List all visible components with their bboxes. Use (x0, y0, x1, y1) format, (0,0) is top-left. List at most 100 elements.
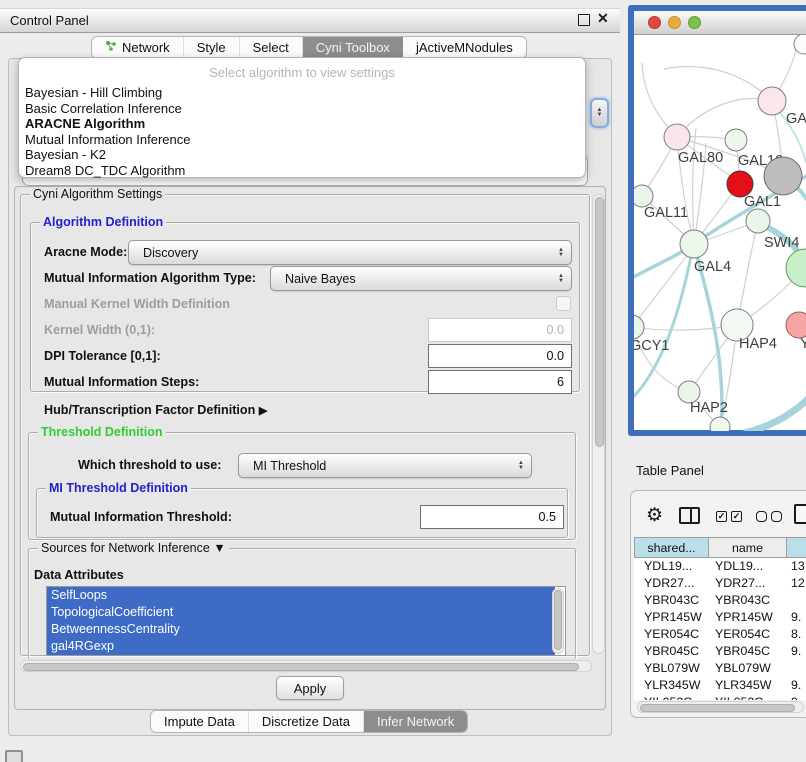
table-cell[interactable]: YER054C (634, 626, 709, 643)
table-cell[interactable]: YPR145W (709, 609, 787, 626)
table-cell[interactable]: YBL079W (709, 660, 787, 677)
which-threshold-select[interactable]: MI Threshold ▲▼ (238, 453, 532, 478)
zoom-traffic-light[interactable] (688, 16, 701, 29)
table-cell[interactable]: YLR345W (709, 677, 787, 694)
table-row[interactable]: YLR345WYLR345W9. (634, 677, 806, 694)
table-hscroll-thumb[interactable] (640, 704, 795, 712)
table-cell[interactable]: YDL19... (709, 558, 787, 575)
table-cell[interactable]: YBL079W (634, 660, 709, 677)
minimized-panel-icon[interactable] (5, 750, 23, 762)
algorithm-option[interactable]: Mutual Information Inference (19, 132, 585, 148)
table-row[interactable]: YIL052CYIL052C9. (634, 694, 806, 700)
data-attribute-item[interactable]: BetweennessCentrality (47, 621, 555, 638)
data-attribute-item[interactable]: TopologicalCoefficient (47, 604, 555, 621)
attributes-scrollbar-thumb[interactable] (554, 590, 562, 650)
table-cell[interactable]: 9. (787, 643, 806, 660)
focused-combo-fragment[interactable]: ▲ ▼ (590, 98, 609, 128)
gear-icon[interactable]: ⚙ (646, 506, 663, 525)
table-cell[interactable]: YDR27... (634, 575, 709, 592)
algorithm-option[interactable]: Bayesian - K2 (19, 147, 585, 163)
checked-checkbox-icon[interactable]: ✓ (716, 511, 727, 522)
algorithm-option[interactable]: Bayesian - Hill Climbing (19, 85, 585, 101)
table-cell[interactable]: 13 (787, 558, 806, 575)
unchecked-checkbox-icon[interactable] (771, 511, 782, 522)
network-node[interactable] (664, 124, 690, 150)
table-row[interactable]: YBR043CYBR043C (634, 592, 806, 609)
data-attribute-item[interactable]: gal4RGexp (47, 638, 555, 655)
algorithm-option[interactable]: Basic Correlation Inference (19, 101, 585, 117)
table-cell[interactable]: YBR045C (709, 643, 787, 660)
column-header-name[interactable]: name (709, 537, 787, 558)
network-node[interactable] (786, 249, 806, 287)
close-icon[interactable]: ✕ (597, 10, 609, 27)
collapse-arrow-icon[interactable]: ▼ (213, 541, 225, 555)
table-cell[interactable] (787, 592, 806, 609)
settings-vertical-scrollbar[interactable] (592, 194, 605, 654)
network-node[interactable] (764, 157, 802, 195)
table-cell[interactable]: YIL052C (634, 694, 709, 700)
attributes-scrollbar[interactable] (552, 588, 564, 654)
hub-definition-label[interactable]: Hub/Transcription Factor Definition ▶ (44, 403, 267, 417)
column-header-shared[interactable]: shared... (634, 537, 709, 558)
table-row[interactable]: YDL19...YDL19...13 (634, 558, 806, 575)
table-row[interactable]: YPR145WYPR145W9. (634, 609, 806, 626)
table-row[interactable]: YDR27...YDR27...12 (634, 575, 806, 592)
network-node[interactable] (758, 87, 786, 115)
float-window-icon[interactable] (578, 14, 590, 26)
tab-impute-data[interactable]: Impute Data (151, 711, 249, 732)
table-cell[interactable]: YIL052C (709, 694, 787, 700)
table-cell[interactable]: YPR145W (634, 609, 709, 626)
network-node[interactable] (710, 417, 730, 431)
tab-network[interactable]: Network (92, 37, 184, 58)
kernel-width-field[interactable]: 0.0 (428, 318, 572, 342)
column-header-clipped[interactable] (787, 537, 806, 558)
tab-discretize-data[interactable]: Discretize Data (249, 711, 364, 732)
network-node[interactable] (786, 312, 806, 338)
network-node[interactable] (725, 129, 747, 151)
document-icon[interactable] (794, 504, 806, 524)
data-attribute-item[interactable]: SelfLoops (47, 587, 555, 604)
table-cell[interactable]: 12 (787, 575, 806, 592)
dpi-tolerance-field[interactable]: 0.0 (428, 344, 572, 368)
mi-steps-field[interactable]: 6 (428, 370, 572, 394)
aracne-mode-select[interactable]: Discovery ▲▼ (128, 240, 572, 265)
network-node[interactable] (680, 230, 708, 258)
tab-select[interactable]: Select (240, 37, 303, 58)
tab-infer-network[interactable]: Infer Network (364, 711, 467, 732)
table-cell[interactable]: YBR045C (634, 643, 709, 660)
network-canvas[interactable]: GALGAL80GAL10GAL1GAL11SWI4GAL4GCY1HAP4YH… (634, 35, 806, 431)
minimize-traffic-light[interactable] (668, 16, 681, 29)
table-row[interactable]: YER054CYER054C8. (634, 626, 806, 643)
table-cell[interactable]: 9. (787, 609, 806, 626)
unchecked-checkbox-icon[interactable] (756, 511, 767, 522)
network-node[interactable] (634, 315, 644, 339)
table-cell[interactable]: YBR043C (634, 592, 709, 609)
mi-threshold-field[interactable]: 0.5 (420, 505, 564, 529)
network-node[interactable] (634, 185, 653, 207)
settings-vscroll-thumb[interactable] (595, 197, 604, 447)
mi-algorithm-type-select[interactable]: Naive Bayes ▲▼ (270, 266, 572, 291)
algorithm-option[interactable]: Dream8 DC_TDC Algorithm (19, 163, 585, 179)
table-row[interactable]: YBR045CYBR045C9. (634, 643, 806, 660)
table-cell[interactable]: YLR345W (634, 677, 709, 694)
settings-horizontal-scrollbar[interactable] (20, 660, 592, 672)
split-columns-icon[interactable] (679, 507, 700, 524)
manual-kernel-width-checkbox[interactable] (556, 296, 571, 311)
table-cell[interactable]: 9. (787, 694, 806, 700)
checked-checkbox-icon[interactable]: ✓ (731, 511, 742, 522)
tab-cyni-toolbox[interactable]: Cyni Toolbox (303, 37, 403, 58)
algorithm-option[interactable]: ARACNE Algorithm (19, 116, 585, 132)
apply-button[interactable]: Apply (276, 676, 344, 700)
table-cell[interactable]: YER054C (709, 626, 787, 643)
table-cell[interactable]: 9. (787, 677, 806, 694)
network-node[interactable] (746, 209, 770, 233)
close-traffic-light[interactable] (648, 16, 661, 29)
table-cell[interactable]: YDL19... (634, 558, 709, 575)
settings-hscroll-thumb[interactable] (23, 663, 579, 671)
table-cell[interactable]: YDR27... (709, 575, 787, 592)
table-horizontal-scrollbar[interactable] (637, 701, 804, 713)
table-row[interactable]: YBL079WYBL079W (634, 660, 806, 677)
table-cell[interactable] (787, 660, 806, 677)
table-cell[interactable]: 8. (787, 626, 806, 643)
tab-jactivemnodules[interactable]: jActiveMNodules (403, 37, 526, 58)
